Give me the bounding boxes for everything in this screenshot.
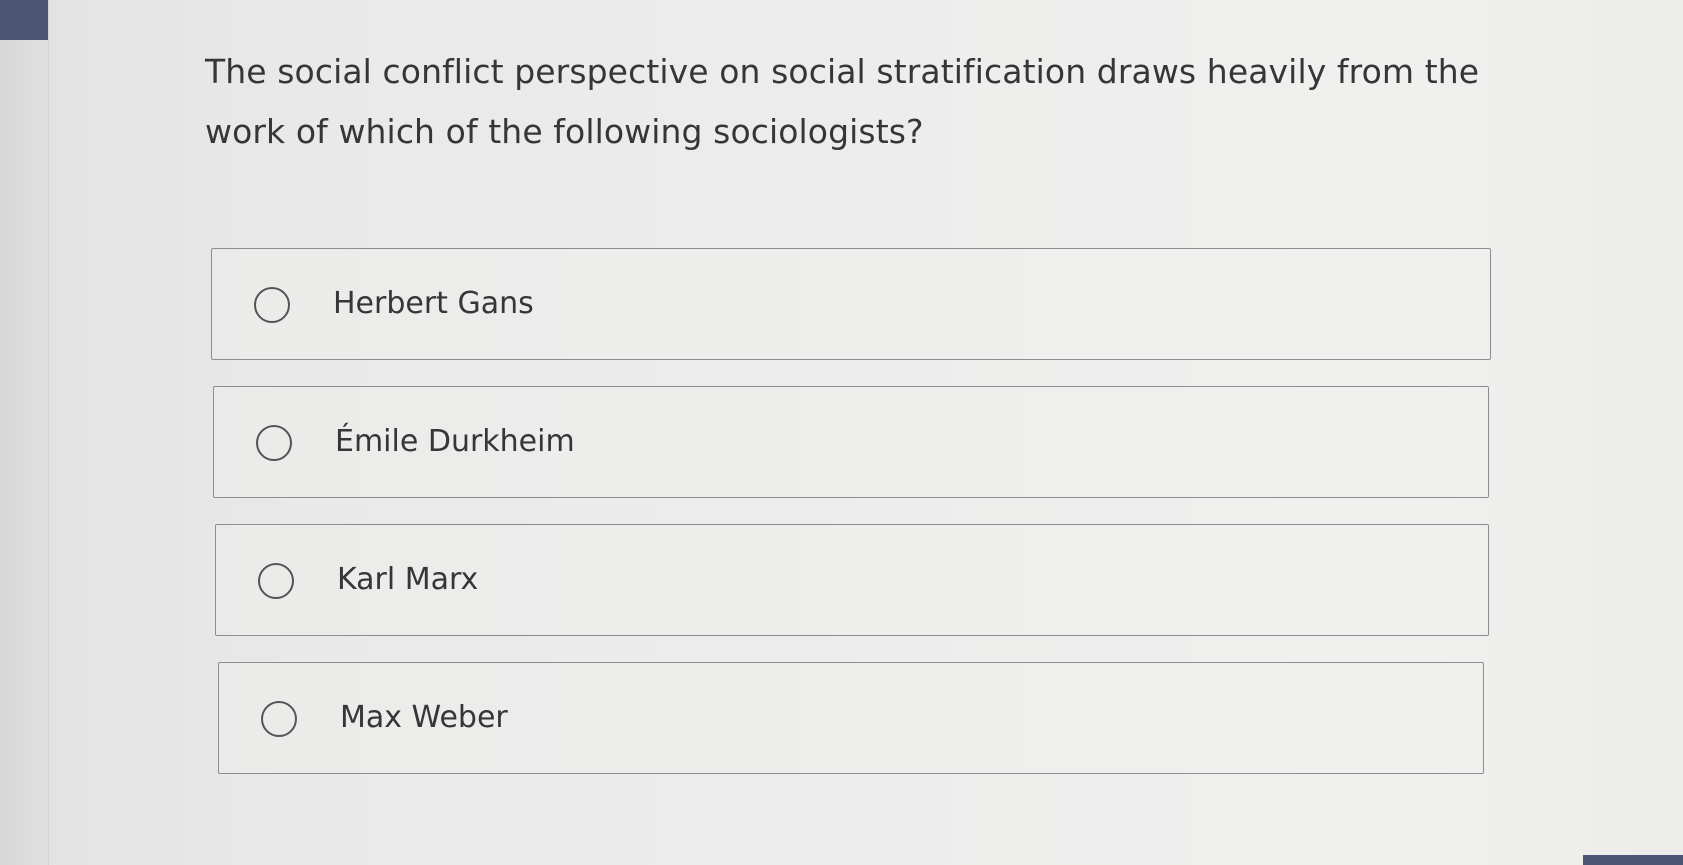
answer-option-label: Max Weber [340, 700, 508, 735]
answer-option-label: Karl Marx [337, 562, 479, 597]
radio-empty-icon[interactable] [258, 563, 294, 599]
radio-empty-icon[interactable] [261, 701, 297, 737]
answer-option-emile-durkheim[interactable]: Émile Durkheim [213, 386, 1489, 498]
answer-options: Herbert Gans Émile Durkheim Karl Marx Ma… [211, 248, 1491, 800]
answer-option-label: Herbert Gans [333, 286, 534, 321]
corner-tab [0, 0, 48, 40]
radio-empty-icon[interactable] [254, 287, 290, 323]
answer-option-label: Émile Durkheim [335, 424, 575, 459]
question-text: The social conflict perspective on socia… [205, 52, 1480, 151]
answer-option-karl-marx[interactable]: Karl Marx [215, 524, 1489, 636]
radio-empty-icon[interactable] [256, 425, 292, 461]
answer-option-max-weber[interactable]: Max Weber [218, 662, 1484, 774]
bottom-right-tab [1583, 855, 1683, 865]
answer-option-herbert-gans[interactable]: Herbert Gans [211, 248, 1491, 360]
left-sidebar [0, 0, 49, 865]
